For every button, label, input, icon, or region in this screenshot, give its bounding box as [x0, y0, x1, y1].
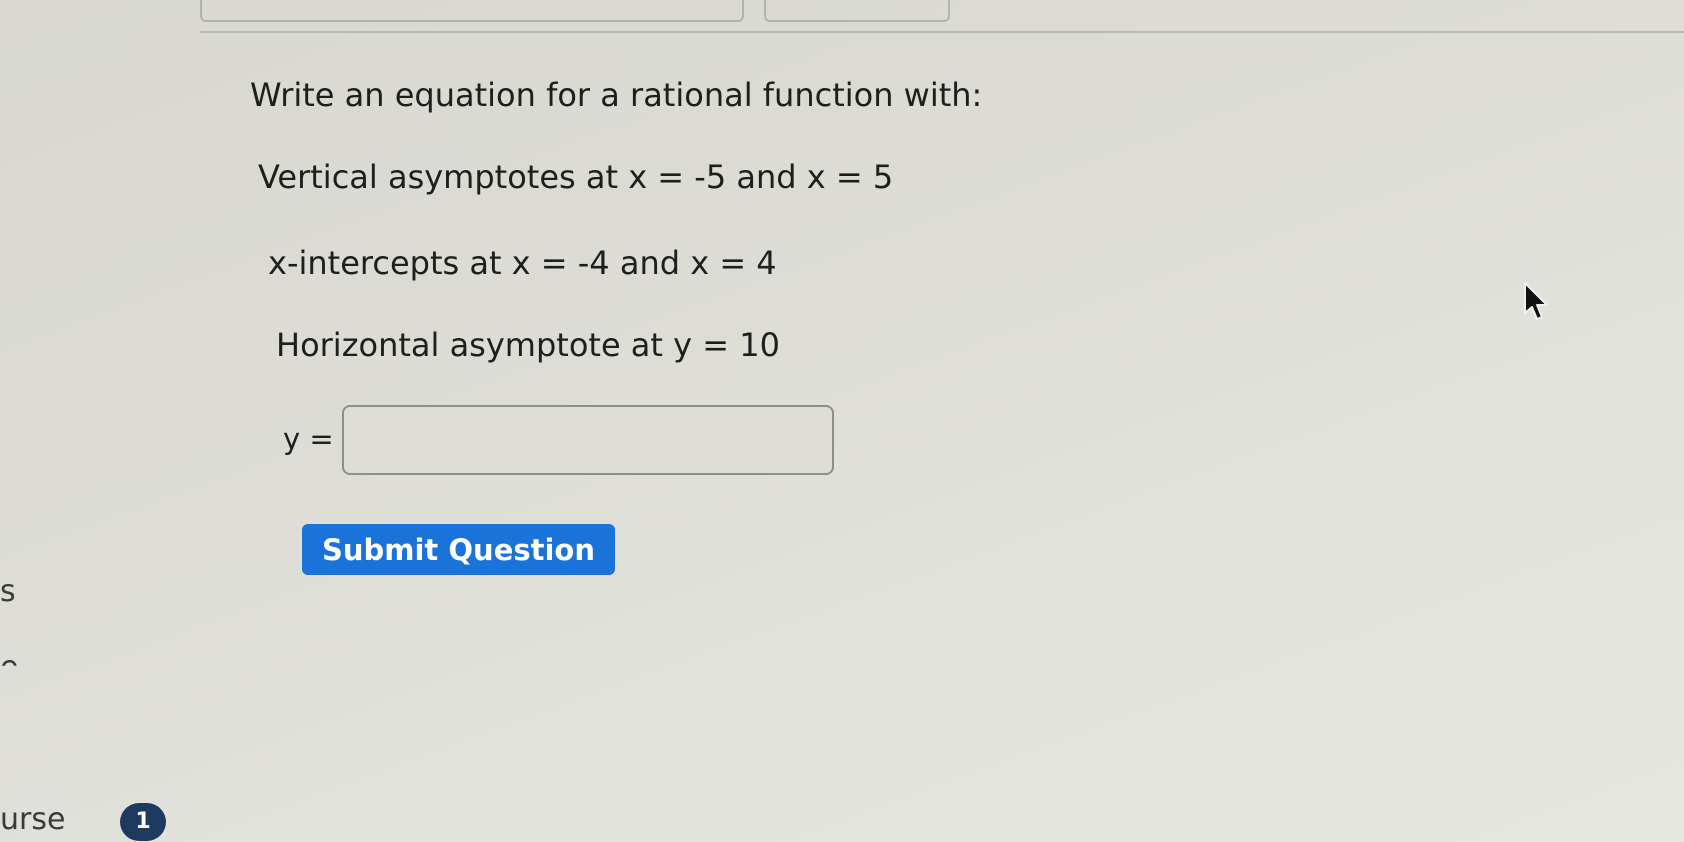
condition-vertical-asymptotes: Vertical asymptotes at x = -5 and x = 5 [258, 158, 894, 196]
top-tab-left [200, 0, 744, 22]
question-heading: Write an equation for a rational functio… [250, 76, 983, 114]
mouse-pointer-icon [1524, 282, 1548, 320]
top-tab-right [764, 0, 950, 22]
notification-badge: 1 [120, 803, 166, 841]
sidebar-item-course[interactable]: urse [0, 802, 65, 837]
condition-x-intercepts: x-intercepts at x = -4 and x = 4 [268, 244, 777, 282]
answer-label: y = [283, 422, 334, 456]
sidebar-fragment-s: s [0, 574, 16, 609]
answer-input[interactable] [342, 405, 834, 475]
header-divider [200, 31, 1684, 33]
submit-question-button[interactable]: Submit Question [302, 524, 615, 575]
sidebar-fragment-e: e [0, 650, 19, 685]
condition-horizontal-asymptote: Horizontal asymptote at y = 10 [276, 326, 780, 364]
